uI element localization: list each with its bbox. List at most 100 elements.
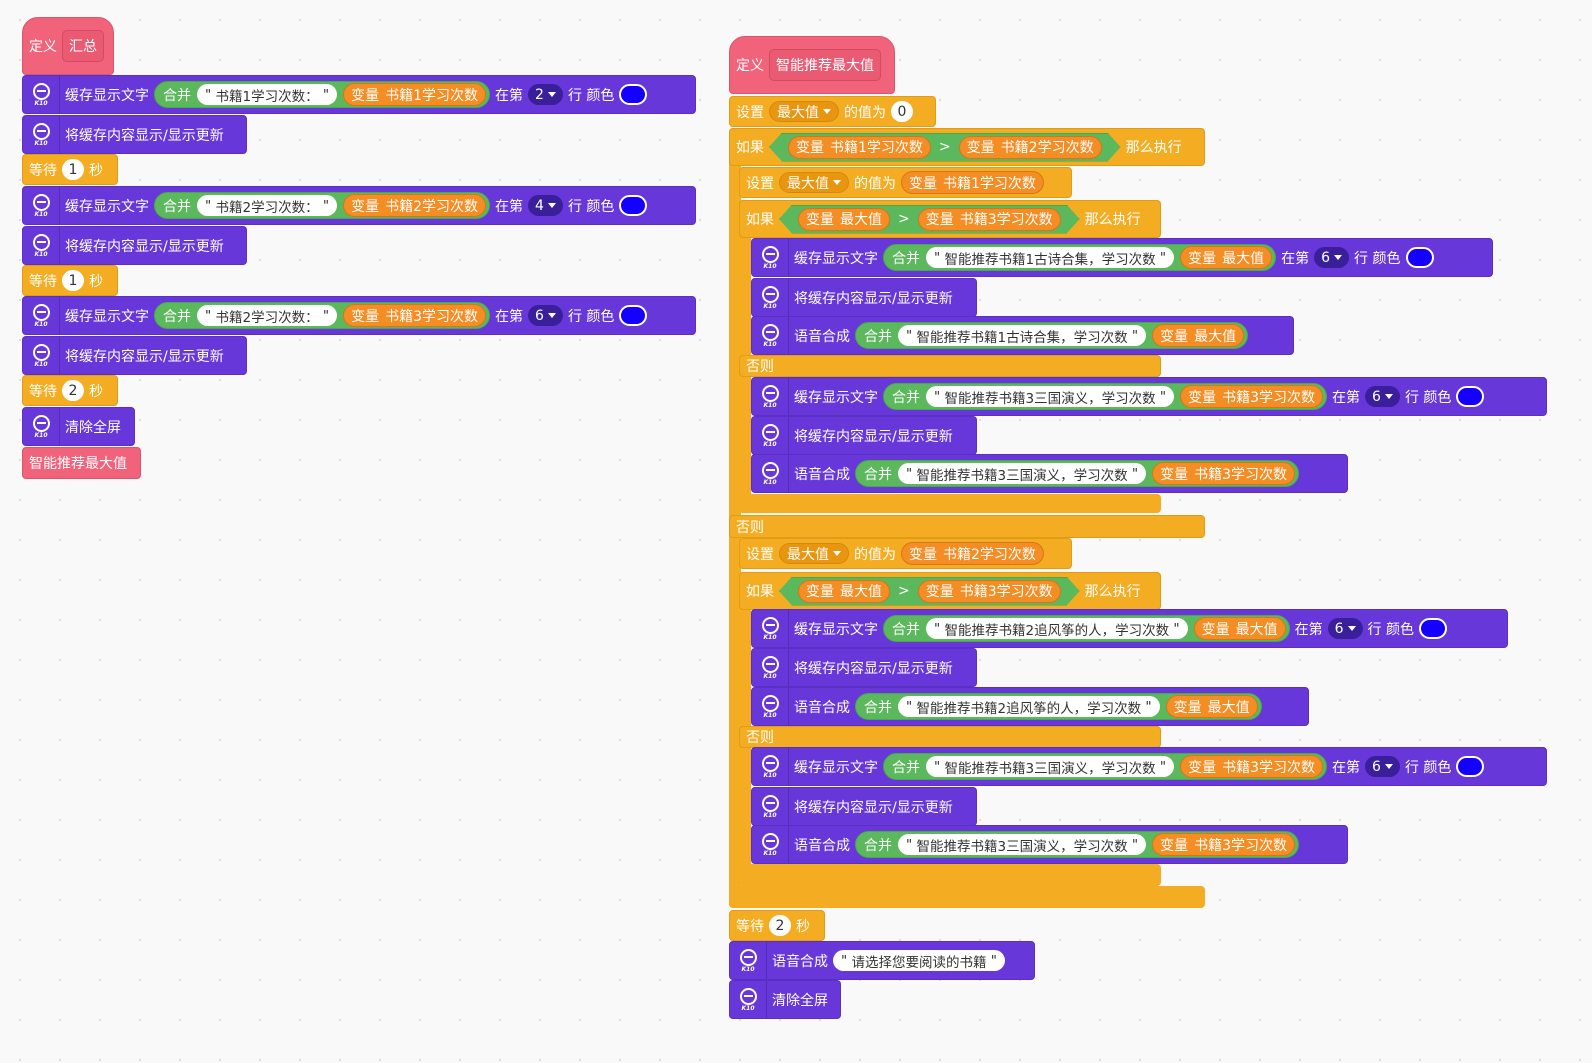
set-max-zero-block[interactable]: 设置 最大值 的值为 0 [729,96,936,127]
cache-text-block-2[interactable]: K10 缓存显示文字 合并 " 书籍2学习次数： " 变量 书籍2学习次数 在第 … [22,186,696,225]
row-dropdown[interactable]: 6 [1365,756,1400,777]
color-swatch[interactable] [619,305,648,326]
if-else-inner-2[interactable]: 如果 变量 最大值 > 变量 书籍3学习次数 那么执行 [739,572,1161,610]
string-input[interactable]: " 书籍2学习次数： " [197,195,338,216]
string-input[interactable]: " 书籍1学习次数： " [197,84,338,105]
tts-block-r4[interactable]: K10 语音合成 合并 " 智能推荐书籍3三国演义，学习次数 " 变量 书籍3学习… [751,825,1348,864]
define-hat-summary[interactable]: 定义 汇总 [22,17,114,75]
cache-text-block-3[interactable]: K10 缓存显示文字 合并 " 书籍2学习次数： " 变量 书籍3学习次数 在第 … [22,296,696,335]
string-input[interactable]: " 智能推荐书籍3三国演义，学习次数 " [926,756,1175,777]
greater-than-block[interactable]: 变量 书籍1学习次数 > 变量 书籍2学习次数 [769,133,1121,162]
string-input[interactable]: " 请选择您要阅读的书籍 " [833,950,1006,971]
color-swatch[interactable] [1419,618,1447,639]
join-block[interactable]: 合并 " 智能推荐书籍3三国演义，学习次数 " 变量 书籍3学习次数 [883,753,1328,780]
cache-text-block-1[interactable]: K10 缓存显示文字 合并 " 书籍1学习次数： " 变量 书籍1学习次数 在第 … [22,75,696,114]
variable-reporter[interactable]: 变量 书籍3学习次数 [918,208,1061,231]
set-max-b2-block[interactable]: 设置 最大值 的值为 变量 书籍2学习次数 [739,538,1072,569]
variable-reporter[interactable]: 变量 书籍2学习次数 [343,194,487,217]
variable-reporter[interactable]: 变量 最大值 [798,580,890,603]
wait-block-r[interactable]: 等待 2 秒 [729,910,825,941]
variable-reporter[interactable]: 变量 最大值 [1193,617,1286,640]
show-update-block-r3[interactable]: K10 将缓存内容显示/显示更新 [751,648,977,687]
wait-seconds-input[interactable]: 1 [62,159,84,180]
variable-reporter[interactable]: 变量 书籍2学习次数 [959,136,1102,159]
variable-reporter[interactable]: 变量 书籍3学习次数 [1152,833,1296,856]
variable-reporter[interactable]: 变量 最大值 [1180,246,1273,269]
show-update-block-r1[interactable]: K10 将缓存内容显示/显示更新 [751,278,977,317]
procedure-name[interactable]: 智能推荐最大值 [769,49,881,81]
join-block[interactable]: 合并 " 智能推荐书籍2追风筝的人，学习次数 " 变量 最大值 [855,693,1262,720]
row-dropdown[interactable]: 6 [1365,386,1400,407]
call-procedure-block[interactable]: 智能推荐最大值 [22,447,141,479]
join-block[interactable]: 合并 " 书籍1学习次数： " 变量 书籍1学习次数 [154,81,491,108]
row-dropdown[interactable]: 6 [528,305,563,326]
join-block[interactable]: 合并 " 书籍2学习次数： " 变量 书籍2学习次数 [154,192,491,219]
tts-block-choose[interactable]: K10 语音合成 " 请选择您要阅读的书籍 " [729,941,1035,980]
variable-reporter[interactable]: 变量 书籍2学习次数 [901,542,1044,565]
color-swatch[interactable] [619,195,648,216]
color-swatch[interactable] [619,84,648,105]
string-input[interactable]: " 智能推荐书籍1古诗合集，学习次数 " [926,247,1175,268]
string-input[interactable]: " 智能推荐书籍2追风筝的人，学习次数 " [898,696,1160,717]
join-block[interactable]: 合并 " 智能推荐书籍3三国演义，学习次数 " 变量 书籍3学习次数 [855,460,1300,487]
row-dropdown[interactable]: 4 [528,195,563,216]
join-block[interactable]: 合并 " 智能推荐书籍3三国演义，学习次数 " 变量 书籍3学习次数 [883,383,1328,410]
variable-reporter[interactable]: 变量 书籍3学习次数 [1152,462,1296,485]
string-input[interactable]: " 智能推荐书籍3三国演义，学习次数 " [898,463,1147,484]
show-update-block-3[interactable]: K10 将缓存内容显示/显示更新 [22,336,247,375]
tts-block-r3[interactable]: K10 语音合成 合并 " 智能推荐书籍2追风筝的人，学习次数 " 变量 最大值 [751,687,1309,726]
string-input[interactable]: " 书籍2学习次数： " [197,305,338,326]
wait-block-3[interactable]: 等待 2 秒 [22,375,118,406]
string-input[interactable]: " 智能推荐书籍2追风筝的人，学习次数 " [926,618,1188,639]
variable-reporter[interactable]: 变量 书籍1学习次数 [343,83,487,106]
variable-reporter[interactable]: 变量 书籍1学习次数 [901,171,1044,194]
wait-block-2[interactable]: 等待 1 秒 [22,265,118,296]
wait-seconds-input[interactable]: 1 [62,270,84,291]
show-update-block-2[interactable]: K10 将缓存内容显示/显示更新 [22,226,247,265]
string-input[interactable]: " 智能推荐书籍3三国演义，学习次数 " [926,386,1175,407]
variable-reporter[interactable]: 变量 最大值 [1165,695,1258,718]
wait-seconds-input[interactable]: 2 [62,380,84,401]
string-input[interactable]: " 智能推荐书籍3三国演义，学习次数 " [898,834,1147,855]
row-dropdown[interactable]: 2 [528,84,563,105]
variable-reporter[interactable]: 变量 书籍3学习次数 [343,304,487,327]
join-block[interactable]: 合并 " 智能推荐书籍3三国演义，学习次数 " 变量 书籍3学习次数 [855,831,1300,858]
cache-text-block-r1[interactable]: K10 缓存显示文字 合并 " 智能推荐书籍1古诗合集，学习次数 " 变量 最大值… [751,238,1493,277]
color-swatch[interactable] [1456,756,1485,777]
clear-screen-block[interactable]: K10 清除全屏 [22,407,135,446]
variable-dropdown[interactable]: 最大值 [779,172,849,193]
tts-block-r1[interactable]: K10 语音合成 合并 " 智能推荐书籍1古诗合集，学习次数 " 变量 最大值 [751,316,1294,355]
variable-reporter[interactable]: 变量 书籍3学习次数 [918,580,1061,603]
cache-text-block-r2[interactable]: K10 缓存显示文字 合并 " 智能推荐书籍3三国演义，学习次数 " 变量 书籍3… [751,377,1547,416]
variable-dropdown[interactable]: 最大值 [769,101,839,122]
define-hat-recommend[interactable]: 定义 智能推荐最大值 [729,36,895,94]
join-block[interactable]: 合并 " 智能推荐书籍1古诗合集，学习次数 " 变量 最大值 [883,244,1277,271]
wait-block-1[interactable]: 等待 1 秒 [22,154,118,185]
show-update-block-r2[interactable]: K10 将缓存内容显示/显示更新 [751,416,977,455]
procedure-name[interactable]: 汇总 [62,30,104,62]
variable-reporter[interactable]: 变量 书籍3学习次数 [1180,385,1324,408]
wait-seconds-input[interactable]: 2 [769,915,791,936]
row-dropdown[interactable]: 6 [1314,247,1350,268]
show-update-block-1[interactable]: K10 将缓存内容显示/显示更新 [22,115,247,154]
tts-block-r2[interactable]: K10 语音合成 合并 " 智能推荐书籍3三国演义，学习次数 " 变量 书籍3学习… [751,454,1348,493]
variable-dropdown[interactable]: 最大值 [779,543,849,564]
clear-screen-block-r[interactable]: K10 清除全屏 [729,980,841,1019]
color-swatch[interactable] [1405,247,1434,268]
join-block[interactable]: 合并 " 书籍2学习次数： " 变量 书籍3学习次数 [154,302,491,329]
variable-reporter[interactable]: 变量 书籍3学习次数 [1180,755,1324,778]
variable-reporter[interactable]: 变量 最大值 [1152,324,1245,347]
row-dropdown[interactable]: 6 [1327,618,1363,639]
set-max-b1-block[interactable]: 设置 最大值 的值为 变量 书籍1学习次数 [739,167,1072,198]
variable-reporter[interactable]: 变量 最大值 [798,208,890,231]
variable-reporter[interactable]: 变量 书籍1学习次数 [788,136,931,159]
greater-than-block[interactable]: 变量 最大值 > 变量 书籍3学习次数 [779,205,1080,234]
color-swatch[interactable] [1456,386,1485,407]
cache-text-block-r4[interactable]: K10 缓存显示文字 合并 " 智能推荐书籍3三国演义，学习次数 " 变量 书籍3… [751,747,1547,786]
greater-than-block[interactable]: 变量 最大值 > 变量 书籍3学习次数 [779,577,1080,606]
if-else-inner-1[interactable]: 如果 变量 最大值 > 变量 书籍3学习次数 那么执行 [739,200,1161,238]
join-block[interactable]: 合并 " 智能推荐书籍1古诗合集，学习次数 " 变量 最大值 [855,322,1249,349]
show-update-block-r4[interactable]: K10 将缓存内容显示/显示更新 [751,787,977,826]
join-block[interactable]: 合并 " 智能推荐书籍2追风筝的人，学习次数 " 变量 最大值 [883,615,1290,642]
cache-text-block-r3[interactable]: K10 缓存显示文字 合并 " 智能推荐书籍2追风筝的人，学习次数 " 变量 最大… [751,609,1508,648]
